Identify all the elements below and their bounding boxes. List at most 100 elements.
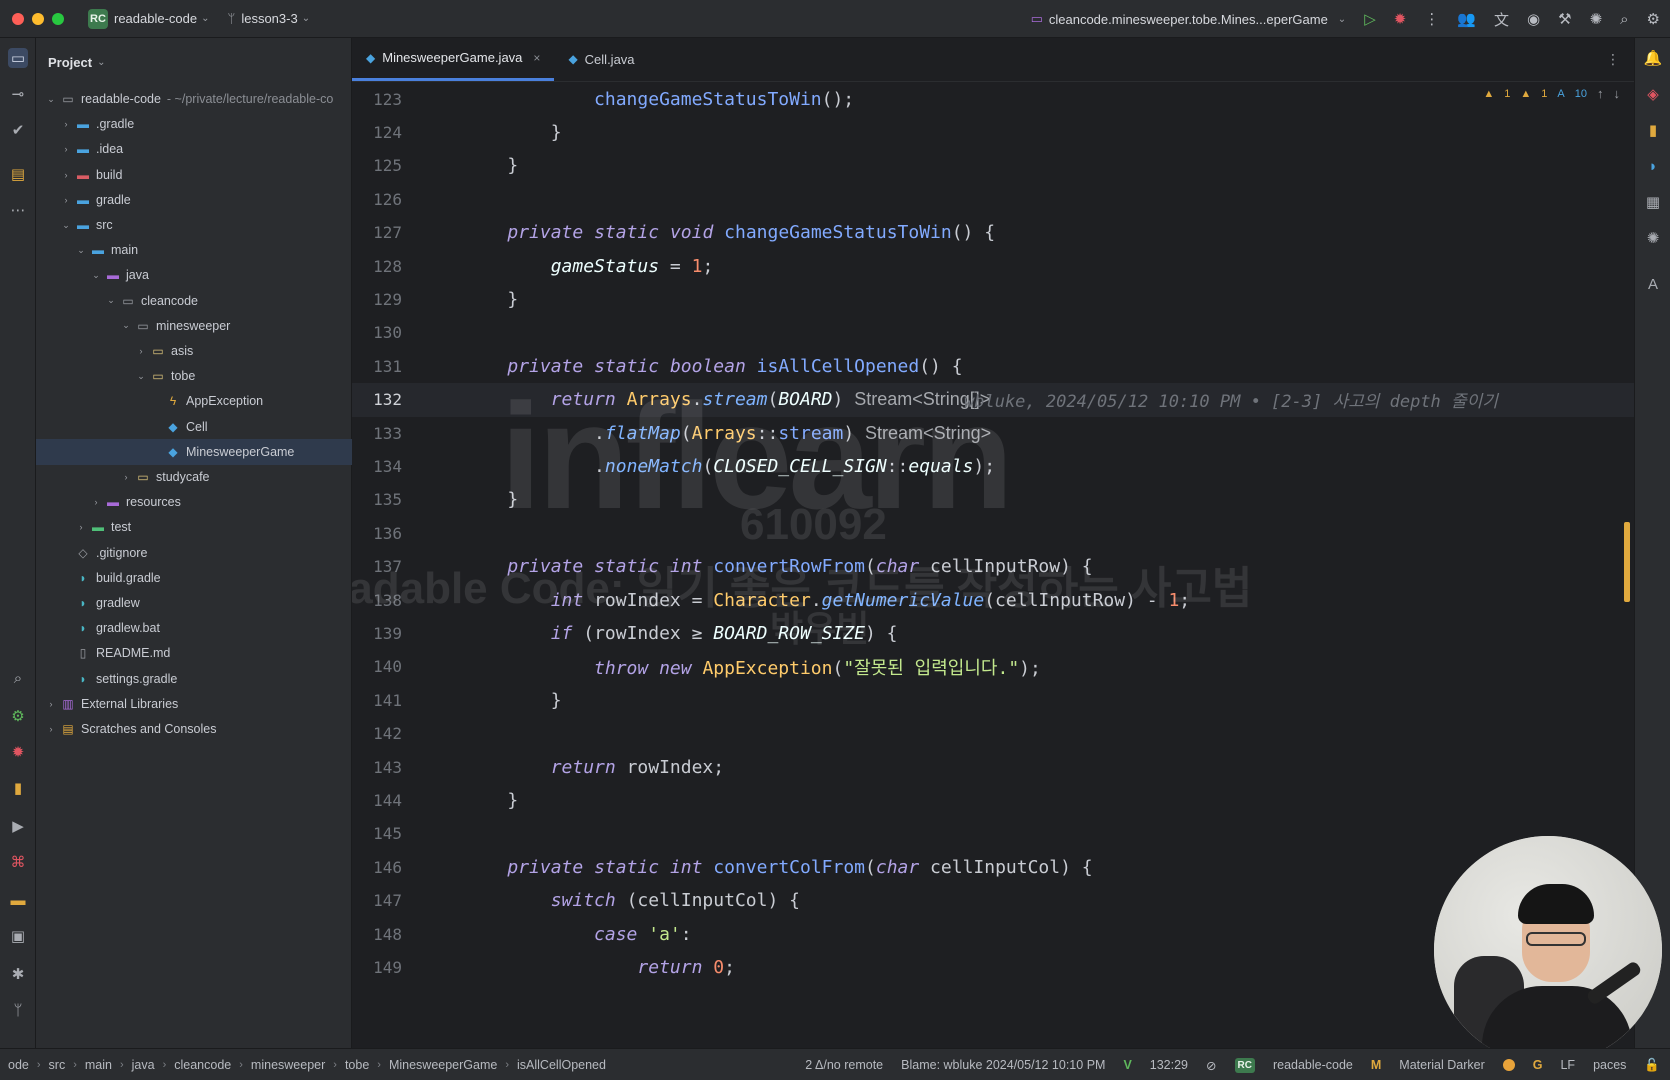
code-with-me-icon[interactable]: 👥 — [1457, 10, 1476, 28]
tree-item[interactable]: ◇ .gitignore — [36, 540, 352, 566]
chevron-right-icon[interactable]: › — [59, 170, 73, 180]
line-number[interactable]: 124 — [352, 123, 402, 142]
close-icon[interactable]: × — [533, 51, 540, 65]
run-config-selector[interactable]: ▭ cleancode.minesweeper.tobe.Mines...epe… — [1031, 11, 1347, 27]
chevron-down-icon[interactable]: ⌄ — [134, 371, 148, 382]
chevron-right-icon[interactable]: › — [59, 119, 73, 129]
services-icon[interactable]: ⚙ — [8, 706, 28, 726]
code-line[interactable]: 123 changeGameStatusToWin(); — [352, 82, 1634, 116]
code-line[interactable]: 132 return Arrays.stream(BOARD) Stream<S… — [352, 382, 1634, 417]
minimize-window-button[interactable] — [32, 12, 44, 25]
tree-item[interactable]: ⌄ ▬ java — [36, 262, 352, 288]
tree-item[interactable]: ◆ Cell — [36, 414, 352, 440]
inline-blame[interactable]: wbluke, 2024/05/12 10:10 PM • [2-3] 사고의 … — [964, 387, 1498, 412]
tree-item[interactable]: › ▬ .idea — [36, 136, 352, 162]
translate-icon[interactable]: 文 — [1494, 9, 1509, 30]
line-number[interactable]: 136 — [352, 524, 402, 543]
project-panel-header[interactable]: Project ⌄ — [36, 38, 351, 86]
code-line[interactable]: 131 private static boolean isAllCellOpen… — [352, 349, 1634, 383]
tree-item[interactable]: ⌄ ▭ cleancode — [36, 288, 352, 314]
code-line[interactable]: 128 gameStatus = 1; — [352, 249, 1634, 283]
tree-item[interactable]: ◗ build.gradle — [36, 565, 352, 591]
tree-item[interactable]: › ▬ build — [36, 162, 352, 188]
chevron-right-icon[interactable]: › — [89, 497, 103, 507]
line-number[interactable]: 142 — [352, 724, 402, 743]
more-tabs-icon[interactable]: ⋮ — [1606, 51, 1620, 68]
line-number[interactable]: 144 — [352, 791, 402, 810]
find-icon[interactable]: ⌕ — [8, 668, 28, 688]
breadcrumb-item[interactable]: tobe — [345, 1058, 369, 1072]
tree-item[interactable]: › ▬ gradle — [36, 187, 352, 213]
line-number[interactable]: 134 — [352, 457, 402, 476]
chevron-right-icon[interactable]: › — [134, 346, 148, 356]
tree-item[interactable]: › ▭ studycafe — [36, 464, 352, 490]
font-icon[interactable]: A — [1643, 274, 1663, 294]
todo-icon[interactable]: ▬ — [8, 890, 28, 910]
code-line[interactable]: 133 .flatMap(Arrays::stream) Stream<Stri… — [352, 416, 1634, 450]
line-number[interactable]: 126 — [352, 190, 402, 209]
blame-info[interactable]: Blame: wbluke 2024/05/12 10:10 PM — [901, 1058, 1105, 1072]
line-number[interactable]: 145 — [352, 824, 402, 843]
line-number[interactable]: 146 — [352, 858, 402, 877]
chevron-right-icon[interactable]: › — [74, 522, 88, 532]
branch-selector[interactable]: lesson3-3 — [241, 11, 297, 26]
breadcrumb-item[interactable]: main — [85, 1058, 112, 1072]
breadcrumb-item[interactable]: ode — [8, 1058, 29, 1072]
ai-icon[interactable]: ✺ — [1643, 228, 1663, 248]
line-number[interactable]: 123 — [352, 90, 402, 109]
line-number[interactable]: 129 — [352, 290, 402, 309]
tree-item[interactable]: ⌄ ▭ tobe — [36, 363, 352, 389]
code-line[interactable]: 135 } — [352, 483, 1634, 517]
grid-icon[interactable]: ▦ — [1643, 192, 1663, 212]
line-number[interactable]: 125 — [352, 156, 402, 175]
project-badge[interactable]: RC — [88, 8, 108, 29]
tree-item[interactable]: › ▬ resources — [36, 489, 352, 515]
code-line[interactable]: 142 — [352, 717, 1634, 751]
breadcrumb-item[interactable]: java — [132, 1058, 155, 1072]
tree-item[interactable]: ◗ gradlew.bat — [36, 615, 352, 641]
terminal-icon[interactable]: ▣ — [8, 926, 28, 946]
status-indicator-icon[interactable] — [1502, 1059, 1515, 1071]
code-line[interactable]: 127 private static void changeGameStatus… — [352, 216, 1634, 250]
tree-item[interactable]: ◗ settings.gradle — [36, 666, 352, 692]
code-line[interactable]: 130 — [352, 316, 1634, 350]
breadcrumb-item[interactable]: MinesweeperGame — [389, 1058, 497, 1072]
chevron-down-icon[interactable]: ⌄ — [119, 320, 133, 331]
line-number[interactable]: 143 — [352, 758, 402, 777]
chevron-down-icon[interactable]: ⌄ — [59, 220, 73, 231]
readonly-toggle-icon[interactable]: ⊘ — [1206, 1058, 1216, 1073]
code-line[interactable]: 137 private static int convertRowFrom(ch… — [352, 550, 1634, 584]
line-number[interactable]: 132 — [352, 390, 402, 409]
chevron-right-icon[interactable]: › — [119, 472, 133, 482]
settings-icon[interactable]: ⚙ — [1647, 10, 1660, 28]
run-tool-icon[interactable]: ▶ — [8, 816, 28, 836]
chevron-down-icon[interactable]: ⌄ — [89, 270, 103, 281]
ai-assistant-icon[interactable]: ✺ — [1590, 10, 1603, 28]
code-line[interactable]: 143 return rowIndex; — [352, 750, 1634, 784]
chevron-down-icon[interactable]: ⌄ — [104, 295, 118, 306]
theme-name[interactable]: Material Darker — [1399, 1058, 1484, 1072]
project-tool-icon[interactable]: ▭ — [8, 48, 28, 68]
google-icon[interactable]: G — [1533, 1058, 1543, 1072]
line-number[interactable]: 138 — [352, 591, 402, 610]
code-line[interactable]: 129 } — [352, 282, 1634, 316]
line-number[interactable]: 137 — [352, 557, 402, 576]
line-number[interactable]: 133 — [352, 424, 402, 443]
record-icon[interactable]: ◉ — [1527, 10, 1540, 28]
cursor-position[interactable]: 132:29 — [1150, 1058, 1188, 1072]
code-line[interactable]: 125 } — [352, 149, 1634, 183]
database-icon[interactable]: ▮ — [8, 778, 28, 798]
tree-item[interactable]: ⌄ ▭ readable-code - ~/private/lecture/reada… — [36, 86, 352, 112]
chevron-down-icon[interactable]: ⌄ — [44, 94, 58, 105]
tree-item[interactable]: ▯ README.md — [36, 640, 352, 666]
code-line[interactable]: 136 — [352, 516, 1634, 550]
zoom-window-button[interactable] — [52, 12, 64, 25]
tree-item[interactable]: › ▤ Scratches and Consoles — [36, 716, 352, 742]
close-window-button[interactable] — [12, 12, 24, 25]
tree-item[interactable]: ϟ AppException — [36, 388, 352, 414]
line-number[interactable]: 139 — [352, 624, 402, 643]
tree-item[interactable]: › ▭ asis — [36, 338, 352, 364]
line-number[interactable]: 130 — [352, 323, 402, 342]
line-number[interactable]: 149 — [352, 958, 402, 977]
line-number[interactable]: 131 — [352, 357, 402, 376]
